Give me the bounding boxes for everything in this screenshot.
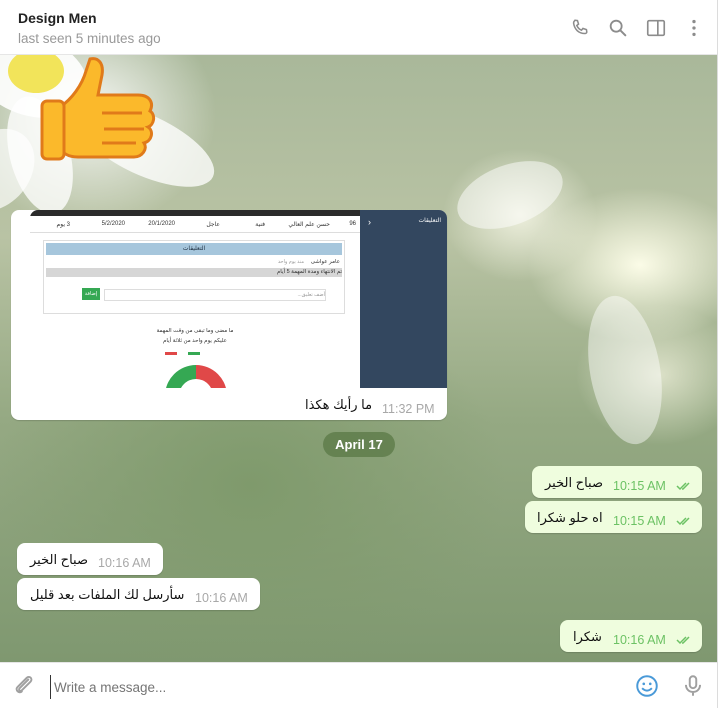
gauge-chart — [166, 365, 226, 388]
summary-title: ما مضى وما تبقى من وقت المهمة — [156, 328, 234, 334]
phone-icon[interactable] — [569, 17, 591, 39]
flower-petal — [448, 147, 572, 243]
outgoing-message-bubble[interactable]: شكرا 10:16 AM — [560, 620, 702, 652]
more-icon[interactable] — [683, 17, 705, 39]
cell-type: فنية — [255, 222, 265, 228]
comment-input: أضف تعليق... — [104, 289, 326, 301]
message-text: صباح الخير — [545, 475, 603, 490]
attached-screenshot[interactable]: 96 حسن علم العالي فنية عاجل 20/1/2020 5/… — [30, 210, 360, 388]
sidebar-title: التعليقات — [418, 218, 441, 224]
add-comment-button: إضافة — [82, 288, 100, 300]
message-time: 10:16 AM — [613, 633, 666, 647]
thumbs-up-sticker[interactable] — [38, 55, 156, 161]
date-separator: April 17 — [323, 432, 395, 457]
cell-duration: 3 يوم — [56, 222, 71, 228]
attach-icon[interactable] — [11, 673, 37, 699]
message-text: ما رأيك هكذا — [305, 397, 373, 412]
emoji-icon[interactable] — [634, 673, 660, 699]
read-ticks-icon — [676, 517, 690, 526]
sidebar-toggle-icon[interactable] — [645, 17, 667, 39]
message-time: 11:32 PM — [382, 402, 435, 416]
outgoing-message-bubble[interactable]: صباح الخير 10:15 AM — [532, 466, 702, 498]
message-input[interactable] — [50, 675, 616, 699]
message-time: 10:15 AM — [613, 479, 666, 493]
message-text: سأرسل لك الملفات بعد قليل — [30, 587, 185, 602]
comment-text: تم الانتهاء ومدة المهمة 5 أيام — [46, 268, 342, 277]
legend-swatch-green — [188, 352, 200, 355]
chat-area[interactable]: 96 حسن علم العالي فنية عاجل 20/1/2020 5/… — [0, 55, 717, 662]
message-time: 10:16 AM — [195, 591, 248, 605]
chevron-right-icon: › — [368, 217, 371, 227]
image-message-bubble[interactable]: 96 حسن علم العالي فنية عاجل 20/1/2020 5/… — [11, 210, 447, 420]
cell-name: حسن علم العالي — [288, 222, 330, 228]
cell-start: 20/1/2020 — [148, 221, 175, 227]
screenshot-sidebar: › التعليقات — [360, 210, 447, 388]
incoming-message-bubble[interactable]: صباح الخير 10:16 AM — [17, 543, 163, 575]
chat-title[interactable]: Design Men — [18, 10, 97, 26]
microphone-icon[interactable] — [680, 673, 706, 699]
comment-author: عامر عواشى — [310, 259, 340, 265]
cell-end: 5/2/2020 — [101, 221, 125, 227]
cell-priority: عاجل — [206, 222, 220, 228]
comments-header: التعليقات — [46, 243, 342, 255]
message-time: 10:16 AM — [98, 556, 151, 570]
message-composer — [0, 662, 717, 709]
summary-subtitle: عليكم يوم واحد من ثلاثة أيام — [163, 338, 227, 344]
message-text: شكرا — [573, 629, 602, 644]
outgoing-message-bubble[interactable]: اه حلو شكرا 10:15 AM — [525, 501, 702, 533]
message-time: 10:15 AM — [613, 514, 666, 528]
search-icon[interactable] — [607, 17, 629, 39]
last-seen-status: last seen 5 minutes ago — [18, 31, 161, 46]
screenshot-table-row: 96 حسن علم العالي فنية عاجل 20/1/2020 5/… — [30, 216, 360, 233]
incoming-message-bubble[interactable]: سأرسل لك الملفات بعد قليل 10:16 AM — [17, 578, 260, 610]
screenshot-comments-panel: التعليقات عامر عواشى منذ يوم واحد تم الا… — [43, 240, 345, 314]
cell-id: 96 — [349, 221, 356, 227]
legend-swatch-red — [165, 352, 177, 355]
message-text: صباح الخير — [30, 552, 88, 567]
read-ticks-icon — [676, 482, 690, 491]
chat-header: Design Men last seen 5 minutes ago — [0, 0, 717, 55]
flower-petal — [577, 290, 673, 450]
read-ticks-icon — [676, 636, 690, 645]
message-text: اه حلو شكرا — [537, 510, 603, 525]
comment-time: منذ يوم واحد — [277, 259, 304, 265]
window-edge — [717, 0, 721, 708]
